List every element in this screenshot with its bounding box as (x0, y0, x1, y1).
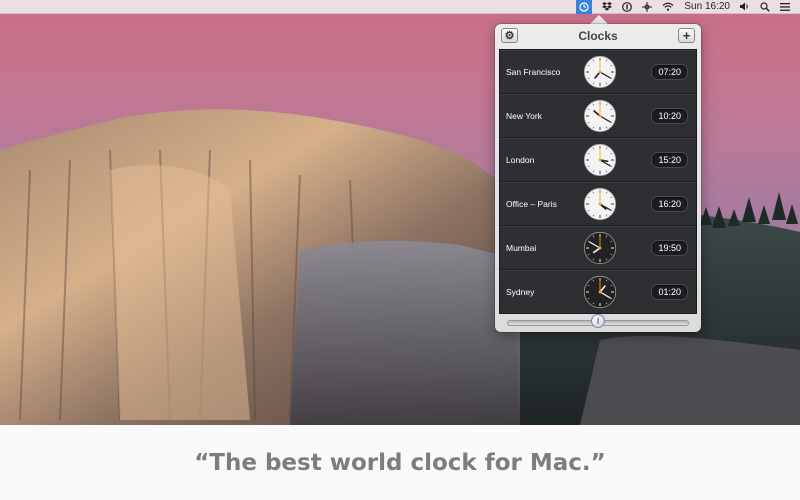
onepassword-icon[interactable] (622, 0, 633, 14)
clock-center (598, 158, 602, 162)
dropbox-icon[interactable] (602, 0, 613, 14)
clock-center (598, 114, 602, 118)
city-name: Office – Paris (506, 199, 557, 209)
analog-clock (583, 231, 617, 265)
clock-center (598, 70, 602, 74)
wifi-icon[interactable] (662, 0, 674, 14)
popover-title: Clocks (578, 29, 618, 43)
city-name: London (506, 155, 535, 165)
analog-clock (583, 143, 617, 177)
digital-time: 16:20 (651, 196, 688, 212)
city-name: New York (506, 111, 542, 121)
add-clock-button[interactable]: + (678, 28, 695, 43)
clock-row[interactable]: Mumbai 19:50 (500, 226, 696, 270)
clock-row[interactable]: Office – Paris 16:20 (500, 182, 696, 226)
settings-button[interactable]: ⚙ (501, 28, 518, 43)
list-icon[interactable] (780, 0, 790, 14)
tagline: “The best world clock for Mac.” (194, 449, 606, 476)
time-slider-thumb[interactable] (591, 314, 605, 328)
digital-time: 01:20 (651, 284, 688, 300)
clock-center (598, 246, 602, 250)
city-name: Sydney (506, 287, 535, 297)
analog-clock (583, 55, 617, 89)
digital-time: 15:20 (651, 152, 688, 168)
clock-row[interactable]: New York 10:20 (500, 94, 696, 138)
analog-clock (583, 187, 617, 221)
menu-bar: Sun 16:20 (0, 0, 800, 14)
digital-time: 07:20 (651, 64, 688, 80)
search-icon[interactable] (760, 0, 770, 14)
menubar-time[interactable]: Sun 16:20 (684, 0, 730, 14)
digital-time: 10:20 (651, 108, 688, 124)
digital-time: 19:50 (651, 240, 688, 256)
popover-arrow (590, 15, 608, 24)
gear-icon: ⚙ (504, 30, 515, 42)
popover-header: ⚙ Clocks + (495, 24, 701, 48)
volume-icon[interactable] (740, 0, 750, 14)
clock-row[interactable]: Sydney 01:20 (500, 270, 696, 314)
city-name: San Francisco (506, 67, 561, 77)
analog-clock (583, 275, 617, 309)
clocks-popover: ⚙ Clocks + San Francisco 07:20 New York … (495, 24, 701, 332)
network-icon[interactable] (642, 0, 653, 14)
city-name: Mumbai (506, 243, 537, 253)
clock-row[interactable]: San Francisco 07:20 (500, 50, 696, 94)
clock-list: San Francisco 07:20 New York 10:20 Londo… (499, 49, 697, 314)
plus-icon: + (682, 28, 691, 43)
clock-center (598, 202, 602, 206)
clock-icon[interactable] (576, 0, 593, 14)
clock-row[interactable]: London 15:20 (500, 138, 696, 182)
analog-clock (583, 99, 617, 133)
clock-center (598, 290, 602, 294)
